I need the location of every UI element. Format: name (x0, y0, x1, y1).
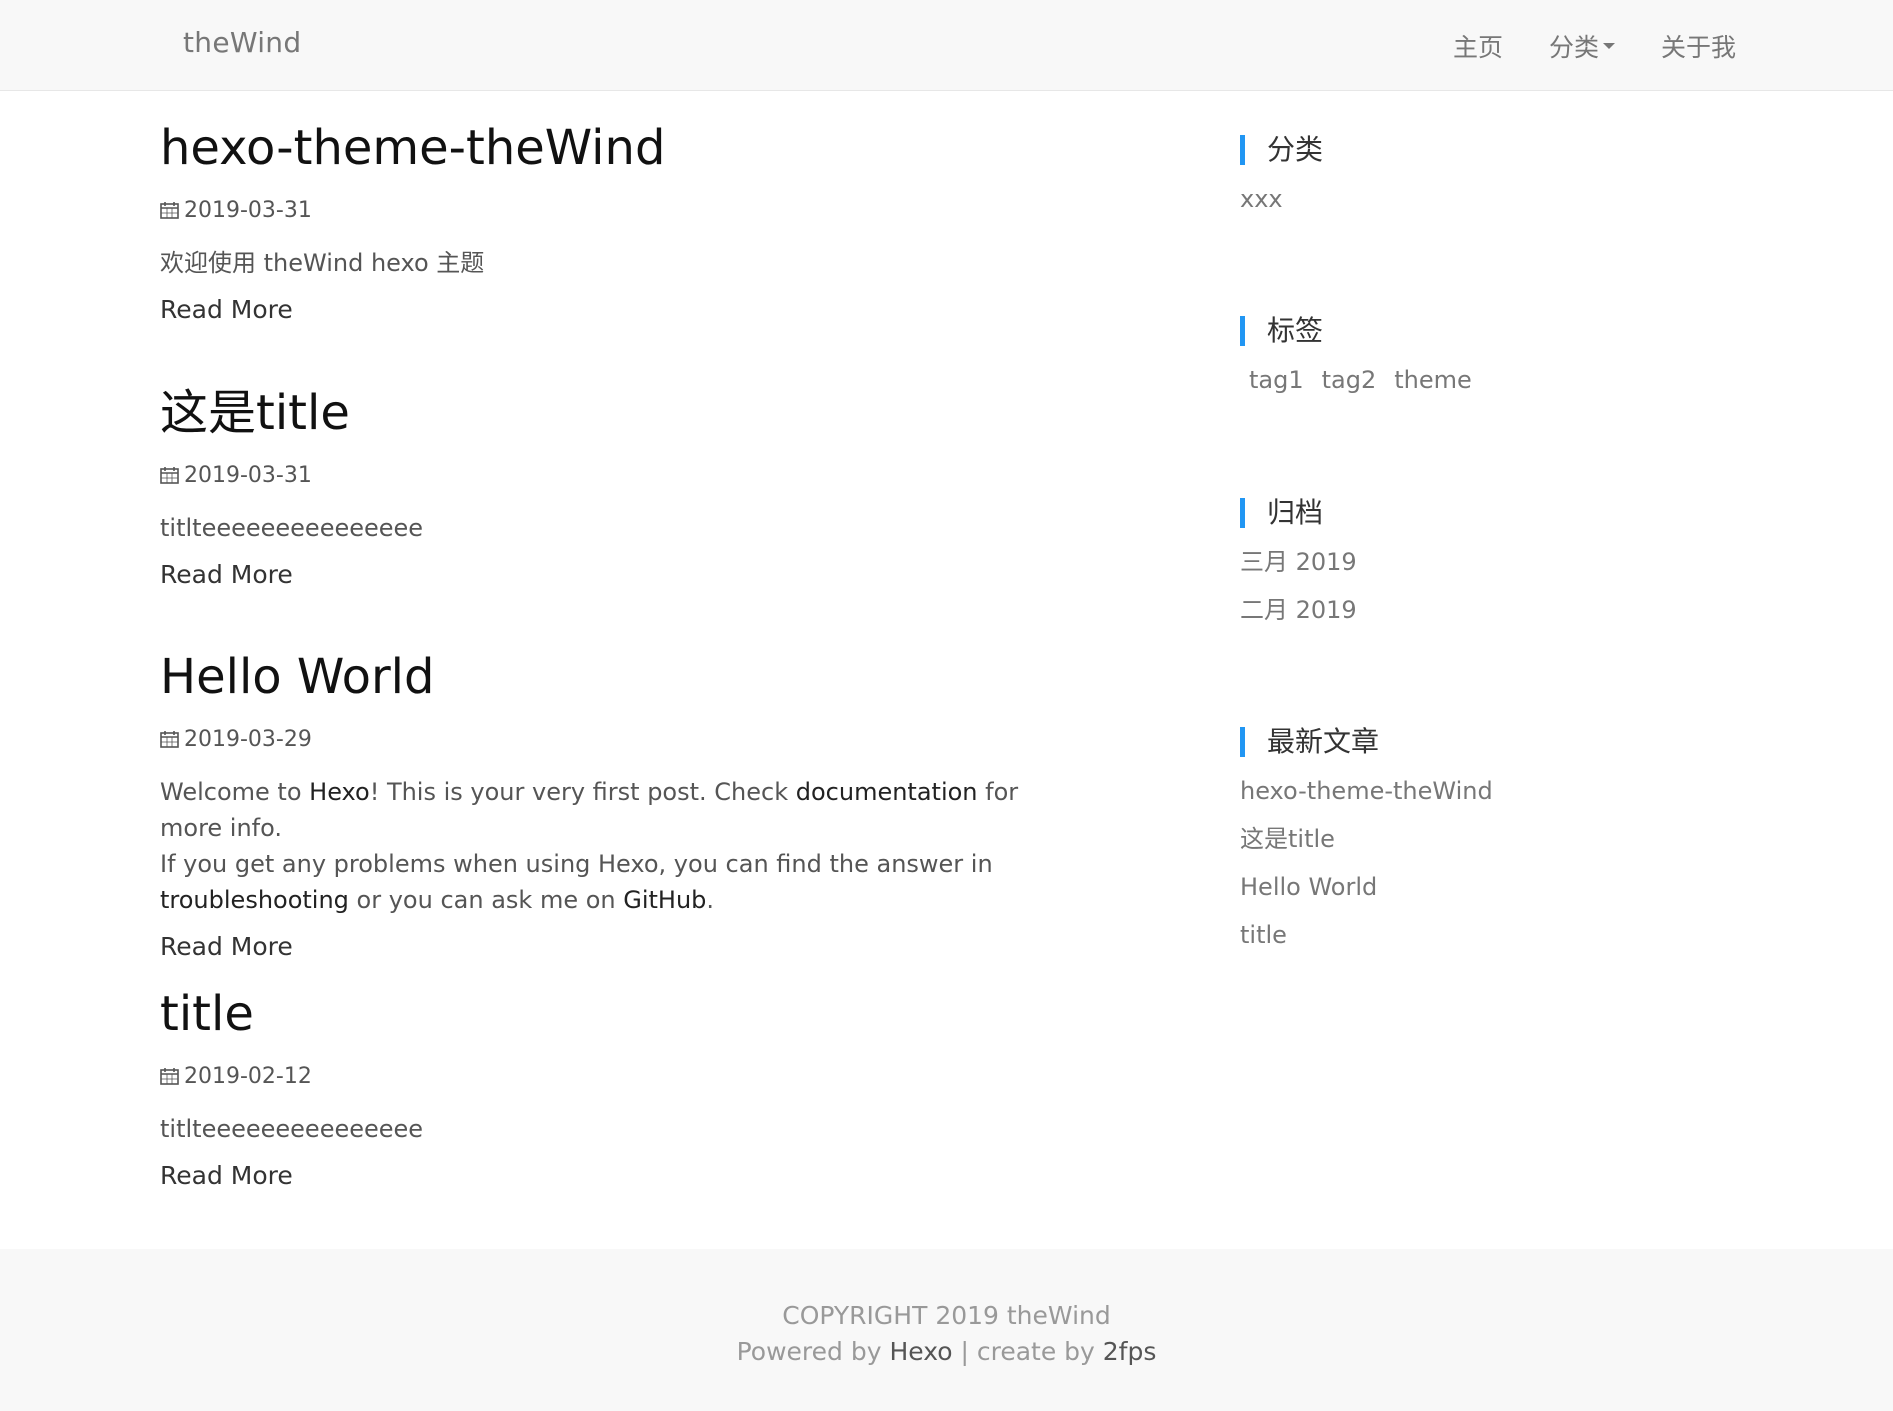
nav-link-categories-label: 分类 (1548, 33, 1599, 62)
create-by-label: | create by (952, 1337, 1103, 1366)
powered-by-line: Powered by Hexo | create by 2fps (0, 1334, 1893, 1370)
tag-link[interactable]: tag1 (1240, 356, 1313, 404)
recent-post-link[interactable]: hexo-theme-theWind (1240, 767, 1740, 815)
nav-link-home-label: 主页 (1452, 33, 1503, 62)
recent-post-link[interactable]: title (1240, 911, 1740, 959)
excerpt-text: ! This is your very first post. Check (369, 777, 796, 806)
read-more-link[interactable]: Read More (160, 295, 293, 324)
hexo-footer-link[interactable]: Hexo (889, 1337, 952, 1366)
read-more-link[interactable]: Read More (160, 560, 293, 589)
brand-logo-link[interactable]: theWind (183, 26, 301, 59)
nav-link-about-label: 关于我 (1660, 33, 1736, 62)
post-excerpt: titlteeeeeeeeeeeeeee (160, 513, 424, 542)
post-title-link[interactable]: hexo-theme-theWind (160, 120, 665, 176)
recent-post-link[interactable]: 这是title (1240, 815, 1740, 863)
post-excerpt: titlteeeeeeeeeeeeeee (160, 1114, 424, 1143)
calendar-icon (160, 202, 179, 219)
page-footer: COPYRIGHT 2019 theWind Powered by Hexo |… (0, 1249, 1893, 1411)
excerpt-text: . (706, 885, 715, 914)
post-meta: 2019-02-12 (160, 1064, 423, 1089)
excerpt-text: If you get any problems when using Hexo,… (160, 849, 993, 878)
archive-list: 三月 2019 二月 2019 (1240, 538, 1740, 634)
widget-title: 归档 (1240, 498, 1740, 528)
archive-link[interactable]: 二月 2019 (1240, 586, 1740, 634)
troubleshooting-link[interactable]: troubleshooting (160, 886, 349, 914)
calendar-icon (160, 1068, 179, 1085)
post-date: 2019-03-31 (184, 197, 312, 223)
post-date: 2019-03-29 (184, 726, 312, 752)
post-title-link[interactable]: 这是title (160, 385, 350, 441)
tags-widget: 标签 tag1 tag2 theme (1240, 316, 1740, 404)
post-meta: 2019-03-31 (160, 463, 423, 488)
post-title-link[interactable]: Hello World (160, 649, 434, 705)
archive-link[interactable]: 三月 2019 (1240, 538, 1740, 586)
tag-link[interactable]: theme (1385, 356, 1481, 404)
hexo-link[interactable]: Hexo (309, 778, 370, 806)
excerpt-text: Welcome to (160, 777, 310, 806)
post-date: 2019-03-31 (184, 462, 312, 488)
widget-title: 最新文章 (1240, 727, 1740, 757)
post-meta: 2019-03-31 (160, 198, 665, 223)
calendar-icon (160, 467, 179, 484)
excerpt-text: or you can ask me on (348, 885, 624, 914)
widget-title: 标签 (1240, 316, 1740, 346)
powered-by-label: Powered by (736, 1337, 890, 1366)
post-date: 2019-02-12 (184, 1063, 312, 1089)
nav-links: 主页 分类 关于我 (1407, 28, 1736, 64)
post-item: 这是title 2019-03-31 titlteeeeeeeeeeeeeee … (160, 385, 423, 589)
recent-post-list: hexo-theme-theWind 这是title Hello World t… (1240, 767, 1740, 959)
recent-post-link[interactable]: Hello World (1240, 863, 1740, 911)
category-link[interactable]: xxx (1240, 175, 1740, 223)
post-excerpt: 欢迎使用 theWind hexo 主题 (160, 248, 485, 277)
archives-widget: 归档 三月 2019 二月 2019 (1240, 498, 1740, 634)
nav-link-home[interactable]: 主页 (1453, 28, 1503, 64)
caret-down-icon (1602, 43, 1615, 49)
top-navbar: theWind 主页 分类 关于我 (0, 0, 1893, 91)
read-more-link[interactable]: Read More (160, 1161, 293, 1190)
tag-list: tag1 tag2 theme (1240, 356, 1740, 404)
tag-link[interactable]: tag2 (1313, 356, 1386, 404)
recent-posts-widget: 最新文章 hexo-theme-theWind 这是title Hello Wo… (1240, 727, 1740, 959)
post-item: Hello World 2019-03-29 Welcome to Hexo! … (160, 649, 1080, 961)
calendar-icon (160, 731, 179, 748)
read-more-link[interactable]: Read More (160, 932, 293, 961)
post-excerpt: Welcome to Hexo! This is your very first… (160, 774, 1080, 918)
nav-link-about[interactable]: 关于我 (1661, 28, 1736, 64)
category-list: xxx (1240, 175, 1740, 223)
categories-widget: 分类 xxx (1240, 135, 1740, 223)
nav-link-categories-dropdown[interactable]: 分类 (1549, 28, 1615, 64)
widget-title: 分类 (1240, 135, 1740, 165)
github-link[interactable]: GitHub (623, 886, 706, 914)
post-meta: 2019-03-29 (160, 727, 1080, 752)
author-link[interactable]: 2fps (1103, 1337, 1157, 1366)
post-item: title 2019-02-12 titlteeeeeeeeeeeeeee Re… (160, 986, 423, 1190)
post-item: hexo-theme-theWind 2019-03-31 欢迎使用 theWi… (160, 120, 665, 324)
post-title-link[interactable]: title (160, 986, 254, 1042)
documentation-link[interactable]: documentation (796, 778, 978, 806)
copyright-text: COPYRIGHT 2019 theWind (782, 1301, 1111, 1330)
